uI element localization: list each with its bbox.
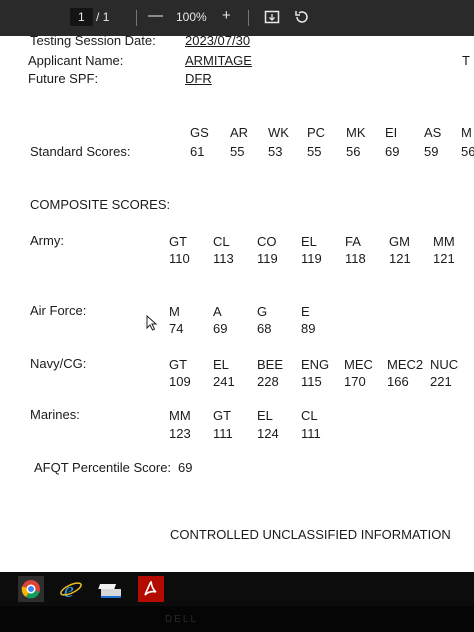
navy-cg-header: EL xyxy=(213,357,229,372)
session-date-value: 2023/07/30 xyxy=(185,36,251,48)
toolbar-divider xyxy=(248,10,249,26)
army-value: 119 xyxy=(301,251,322,266)
standard-scores-label: Standard Scores: xyxy=(30,144,131,159)
marines-header: MM xyxy=(169,408,191,423)
marines-header: CL xyxy=(301,408,318,423)
marines-value: 111 xyxy=(301,426,321,441)
scanner-icon[interactable] xyxy=(98,576,124,602)
standard-header: GS xyxy=(190,125,209,140)
army-header: CL xyxy=(213,234,230,249)
zoom-level[interactable]: 100% xyxy=(176,10,207,24)
army-header: CO xyxy=(257,234,277,249)
navy-cg-header: NUC xyxy=(430,357,459,372)
standard-value: 56 xyxy=(461,144,474,159)
navy-cg-value: 115 xyxy=(301,374,322,389)
marines-value: 111 xyxy=(213,426,233,441)
standard-value: 69 xyxy=(385,144,400,159)
air-force-header: A xyxy=(213,304,222,319)
navy-cg-header: BEE xyxy=(257,357,284,372)
standard-value: 59 xyxy=(424,144,439,159)
standard-value: 55 xyxy=(307,144,322,159)
svg-text:e: e xyxy=(64,577,74,602)
page-number-input[interactable]: 1 xyxy=(70,8,93,26)
acrobat-icon[interactable] xyxy=(138,576,164,602)
applicant-name-value: ARMITAGE xyxy=(185,53,252,68)
air-force-value: 69 xyxy=(213,321,228,336)
air-force-label: Air Force: xyxy=(30,303,87,318)
air-force-header: G xyxy=(257,304,268,319)
standard-header: AR xyxy=(230,125,249,140)
zoom-in-button[interactable]: + xyxy=(222,8,231,24)
air-force-value: 68 xyxy=(257,321,272,336)
future-spf-label: Future SPF: xyxy=(28,71,99,86)
marines-value: 123 xyxy=(169,426,191,441)
marines-value: 124 xyxy=(257,426,279,441)
mouse-cursor-icon xyxy=(146,314,158,334)
navy-cg-header: GT xyxy=(169,357,188,372)
standard-header: PC xyxy=(307,125,326,140)
army-header: MM xyxy=(433,234,455,249)
pdf-toolbar: 1 / 1 — 100% + xyxy=(0,0,474,36)
standard-header: MK xyxy=(346,125,366,140)
army-value: 113 xyxy=(213,251,234,266)
toolbar-divider xyxy=(136,10,137,26)
army-value: 110 xyxy=(169,251,190,266)
army-header: GT xyxy=(169,234,188,249)
standard-header: WK xyxy=(268,125,289,140)
standard-header: AS xyxy=(424,125,442,140)
taskbar: e xyxy=(0,572,474,606)
page-indicator: 1 / 1 xyxy=(70,8,109,26)
page-total: 1 xyxy=(102,10,110,24)
air-force-header: E xyxy=(301,304,310,319)
navy-cg-header: MEC xyxy=(344,357,373,372)
future-spf-value: DFR xyxy=(185,71,212,86)
composite-scores-title: COMPOSITE SCORES: xyxy=(30,197,171,212)
chrome-icon[interactable] xyxy=(18,576,44,602)
page-separator: / xyxy=(96,10,100,24)
standard-value: 56 xyxy=(346,144,361,159)
navy-cg-value: 166 xyxy=(387,374,409,389)
marines-header: EL xyxy=(257,408,273,423)
afqt-label: AFQT Percentile Score: xyxy=(34,460,172,475)
standard-value: 61 xyxy=(190,144,205,159)
air-force-value: 89 xyxy=(301,321,316,336)
navy-cg-value: 221 xyxy=(430,374,452,389)
navy-cg-value: 228 xyxy=(257,374,279,389)
navy-cg-header: ENG xyxy=(301,357,330,372)
internet-explorer-icon[interactable]: e xyxy=(58,576,84,602)
army-header: EL xyxy=(301,234,317,249)
navy-cg-value: 241 xyxy=(213,374,235,389)
army-label: Army: xyxy=(30,233,64,248)
marines-header: GT xyxy=(213,408,232,423)
rotate-icon[interactable] xyxy=(294,9,310,29)
army-header: FA xyxy=(345,234,361,249)
army-value: 119 xyxy=(257,251,278,266)
monitor-bezel: DELL xyxy=(0,606,474,632)
dell-logo: DELL xyxy=(165,614,199,625)
standard-header: M xyxy=(461,125,472,140)
army-value: 121 xyxy=(433,251,455,266)
air-force-header: M xyxy=(169,304,180,319)
army-value: 118 xyxy=(345,251,366,266)
afqt-value: 69 xyxy=(178,460,193,475)
army-header: GM xyxy=(389,234,410,249)
standard-value: 55 xyxy=(230,144,245,159)
standard-value: 53 xyxy=(268,144,283,159)
session-date-label: Testing Session Date: xyxy=(30,36,156,48)
cui-footer: CONTROLLED UNCLASSIFIED INFORMATION xyxy=(170,527,451,542)
applicant-name-label: Applicant Name: xyxy=(28,53,124,68)
fit-page-icon[interactable] xyxy=(264,9,280,29)
army-value: 121 xyxy=(389,251,411,266)
navy-cg-label: Navy/CG: xyxy=(30,356,87,371)
navy-cg-header: MEC2 xyxy=(387,357,424,372)
navy-cg-value: 109 xyxy=(169,374,191,389)
zoom-out-button[interactable]: — xyxy=(148,8,163,24)
standard-header: EI xyxy=(385,125,398,140)
navy-cg-value: 170 xyxy=(344,374,366,389)
air-force-value: 74 xyxy=(169,321,184,336)
cut-off-text: T xyxy=(462,53,470,68)
marines-label: Marines: xyxy=(30,407,80,422)
pdf-page: Testing Session Date: 2023/07/30 Applica… xyxy=(0,36,474,572)
